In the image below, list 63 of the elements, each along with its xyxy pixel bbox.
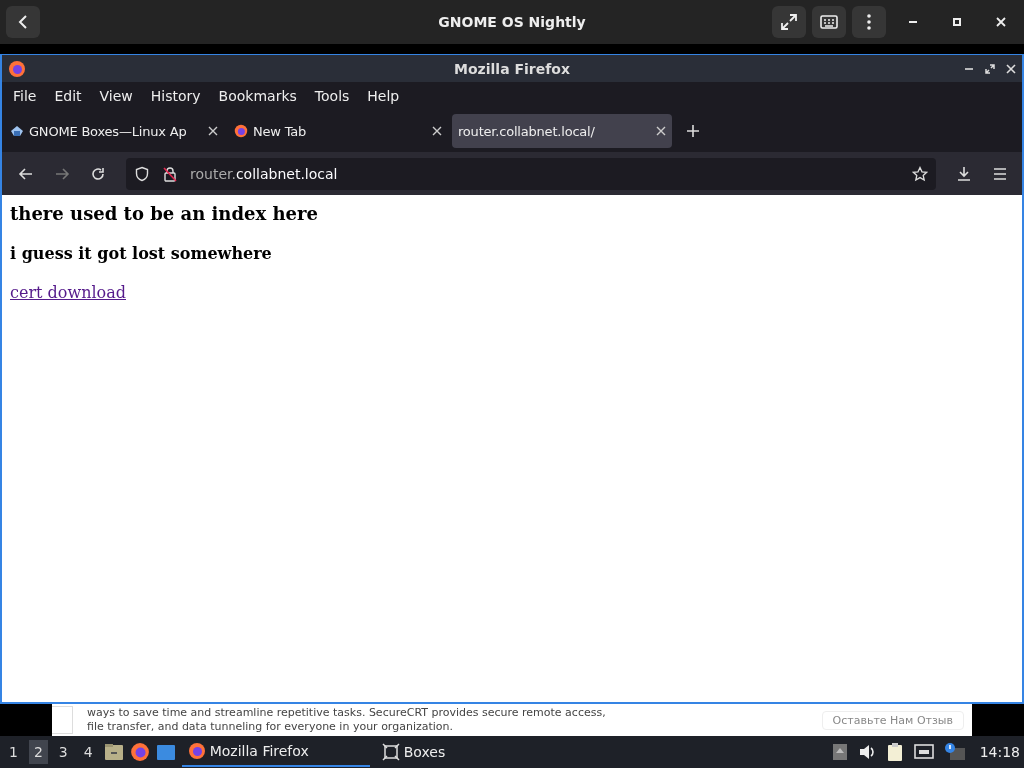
maximize-icon [952,17,962,27]
menu-item[interactable]: Tools [305,88,359,104]
firefox-icon[interactable] [129,742,150,762]
reload-icon[interactable] [90,165,106,182]
workspace-button[interactable]: 1 [4,740,23,764]
menu-item[interactable]: History [141,88,210,104]
clock: 14:18 [979,744,1020,760]
close-icon[interactable] [1006,63,1016,74]
firefox-icon [234,124,248,138]
window-icon[interactable] [155,743,176,761]
menu-item[interactable]: File [4,88,46,104]
back-icon[interactable] [18,165,34,182]
back-button[interactable] [6,6,40,38]
keyboard-button[interactable] [812,6,846,38]
taskbar-task[interactable]: Mozilla Firefox [181,737,370,767]
update-notification-icon[interactable] [943,742,966,762]
window-title: GNOME OS Nightly [438,14,586,30]
more-icon [867,13,871,31]
close-icon [996,17,1006,27]
menu-item[interactable]: Edit [45,88,91,104]
insecure-lock-icon [162,165,178,182]
address-bar[interactable]: router.collabnet.local [126,157,936,190]
keyboard-icon [820,15,838,29]
firefox-icon [8,59,26,78]
new-tab-icon[interactable] [686,124,700,138]
page-subheading: i guess it got lost somewhere [10,244,273,263]
back-icon [16,14,30,30]
menu-item[interactable]: View [90,88,142,104]
close-tab-icon[interactable] [208,126,218,136]
boxes-icon [381,743,400,761]
menu-item[interactable]: Bookmarks [209,88,306,104]
download-icon[interactable] [956,165,972,182]
firefox-icon [187,742,206,760]
page-heading: there used to be an index here [10,203,319,224]
expand-icon [780,13,798,31]
background-text: ways to save time and streamline repetitive tasks. SecureCRT provides secure remote access, [87,706,606,720]
minimize-icon [908,21,918,23]
bookmark-star-icon[interactable] [912,165,928,182]
file-manager-icon[interactable] [103,743,124,761]
background-text: file transfer, and data tunneling for everyone in your organization. [87,720,455,734]
restore-icon[interactable] [985,63,995,74]
network-icon[interactable] [913,743,934,761]
volume-icon[interactable] [857,743,876,761]
menu-icon[interactable] [992,165,1008,182]
url-text: router.collabnet.local [190,165,338,182]
menu-button[interactable] [852,6,886,38]
browser-tab[interactable]: GNOME Boxes—Linux Ap [4,114,224,148]
browser-tab[interactable]: router.collabnet.local/ [452,114,672,148]
clipboard-icon[interactable] [885,742,904,762]
forward-icon[interactable] [54,165,70,182]
window-title: Mozilla Firefox [454,60,570,77]
workspace-button[interactable]: 3 [53,740,73,764]
cert-download-link[interactable]: cert download [10,283,126,302]
taskbar-task[interactable]: Boxes [375,737,564,767]
fullscreen-button[interactable] [772,6,806,38]
boxes-icon [10,125,24,137]
close-tab-icon[interactable] [656,126,666,136]
workspace-button[interactable]: 4 [78,740,98,764]
workspace-button[interactable]: 2 [28,740,48,764]
menu-item[interactable]: Help [358,88,409,104]
shield-icon [134,165,150,182]
browser-tab[interactable]: New Tab [228,114,448,148]
close-tab-icon[interactable] [432,126,442,136]
